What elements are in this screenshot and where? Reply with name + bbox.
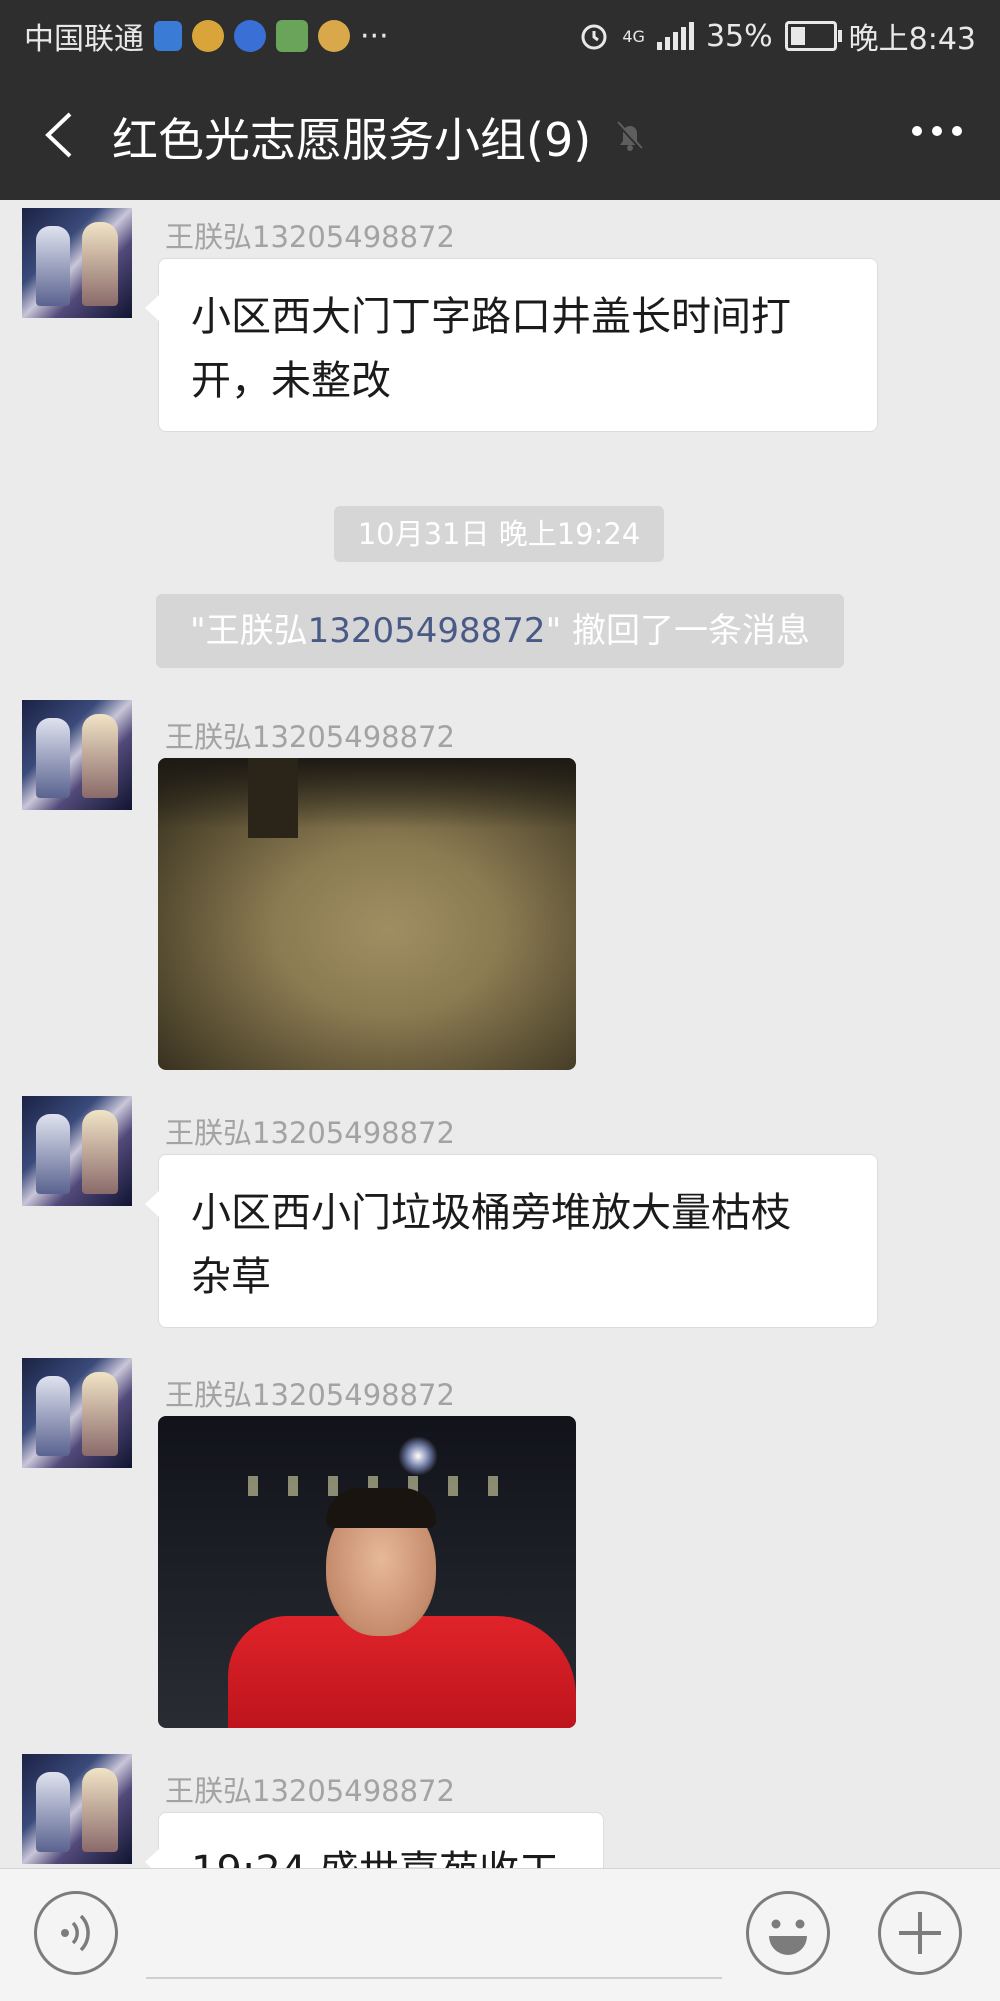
- message-icon: [192, 20, 224, 52]
- avatar[interactable]: [22, 700, 132, 810]
- voice-icon[interactable]: [34, 1891, 118, 1975]
- headset-icon: [234, 20, 266, 52]
- sender-name: 王朕弘13205498872: [165, 720, 455, 754]
- recall-notice: "王朕弘13205498872" 撤回了一条消息: [156, 594, 844, 668]
- avatar[interactable]: [22, 1096, 132, 1206]
- sender-name: 王朕弘13205498872: [165, 1378, 455, 1412]
- more-icon[interactable]: [912, 126, 962, 136]
- sender-name: 王朕弘13205498872: [165, 1774, 455, 1808]
- message-text-line: 开，未整改: [191, 358, 391, 404]
- status-bar: 中国联通 ··· 4G 35% 晚上8:43: [0, 0, 1000, 70]
- message-text-line: 杂草: [191, 1254, 271, 1300]
- sender-name: 王朕弘13205498872: [165, 1116, 455, 1150]
- network-type: 4G: [622, 26, 645, 46]
- recall-number: 13205498872: [307, 611, 546, 651]
- clock: 晚上8:43: [848, 22, 976, 57]
- app-icon: [276, 20, 308, 52]
- recall-suffix: " 撤回了一条消息: [545, 611, 811, 651]
- input-bar: [0, 1868, 1000, 2001]
- text-bubble[interactable]: 小区西大门丁字路口井盖长时间打 开，未整改: [145, 258, 878, 432]
- message-text-line: 小区西小门垃圾桶旁堆放大量枯枝: [191, 1190, 791, 1236]
- carrier-label: 中国联通: [24, 22, 144, 57]
- more-notifications-icon: ···: [360, 18, 389, 54]
- avatar[interactable]: [22, 208, 132, 318]
- signal-icon: [656, 22, 694, 50]
- avatar[interactable]: [22, 1754, 132, 1864]
- recall-prefix: "王朕弘: [189, 611, 308, 651]
- text-bubble[interactable]: 小区西小门垃圾桶旁堆放大量枯枝 杂草: [145, 1154, 878, 1328]
- alarm-icon: [581, 24, 607, 50]
- timestamp: 10月31日 晚上19:24: [334, 506, 664, 562]
- photo-message[interactable]: [158, 758, 576, 1070]
- back-arrow-icon[interactable]: [36, 108, 90, 162]
- message-text-line: 小区西大门丁字路口井盖长时间打: [191, 294, 791, 340]
- message-input[interactable]: [146, 1977, 722, 1979]
- shield-icon: [154, 21, 182, 51]
- photo-message[interactable]: [158, 1416, 576, 1728]
- chat-header: 红色光志愿服务小组(9): [0, 70, 1000, 200]
- battery-percent: 35%: [705, 18, 773, 54]
- battery-icon: [784, 21, 842, 51]
- chat-title: 红色光志愿服务小组(9): [112, 113, 592, 167]
- mute-bell-icon: [616, 121, 644, 152]
- plus-icon[interactable]: [878, 1891, 962, 1975]
- sender-name: 王朕弘13205498872: [165, 220, 455, 254]
- text-bubble[interactable]: 19:24 盛世嘉苑收工: [145, 1812, 604, 1868]
- message-list[interactable]: 王朕弘13205498872 小区西大门丁字路口井盖长时间打 开，未整改 10月…: [0, 200, 1000, 1868]
- message-text-line: 19:24 盛世嘉苑收工: [191, 1839, 573, 1868]
- avatar[interactable]: [22, 1358, 132, 1468]
- emoji-icon[interactable]: [746, 1891, 830, 1975]
- browser-icon: [318, 20, 350, 52]
